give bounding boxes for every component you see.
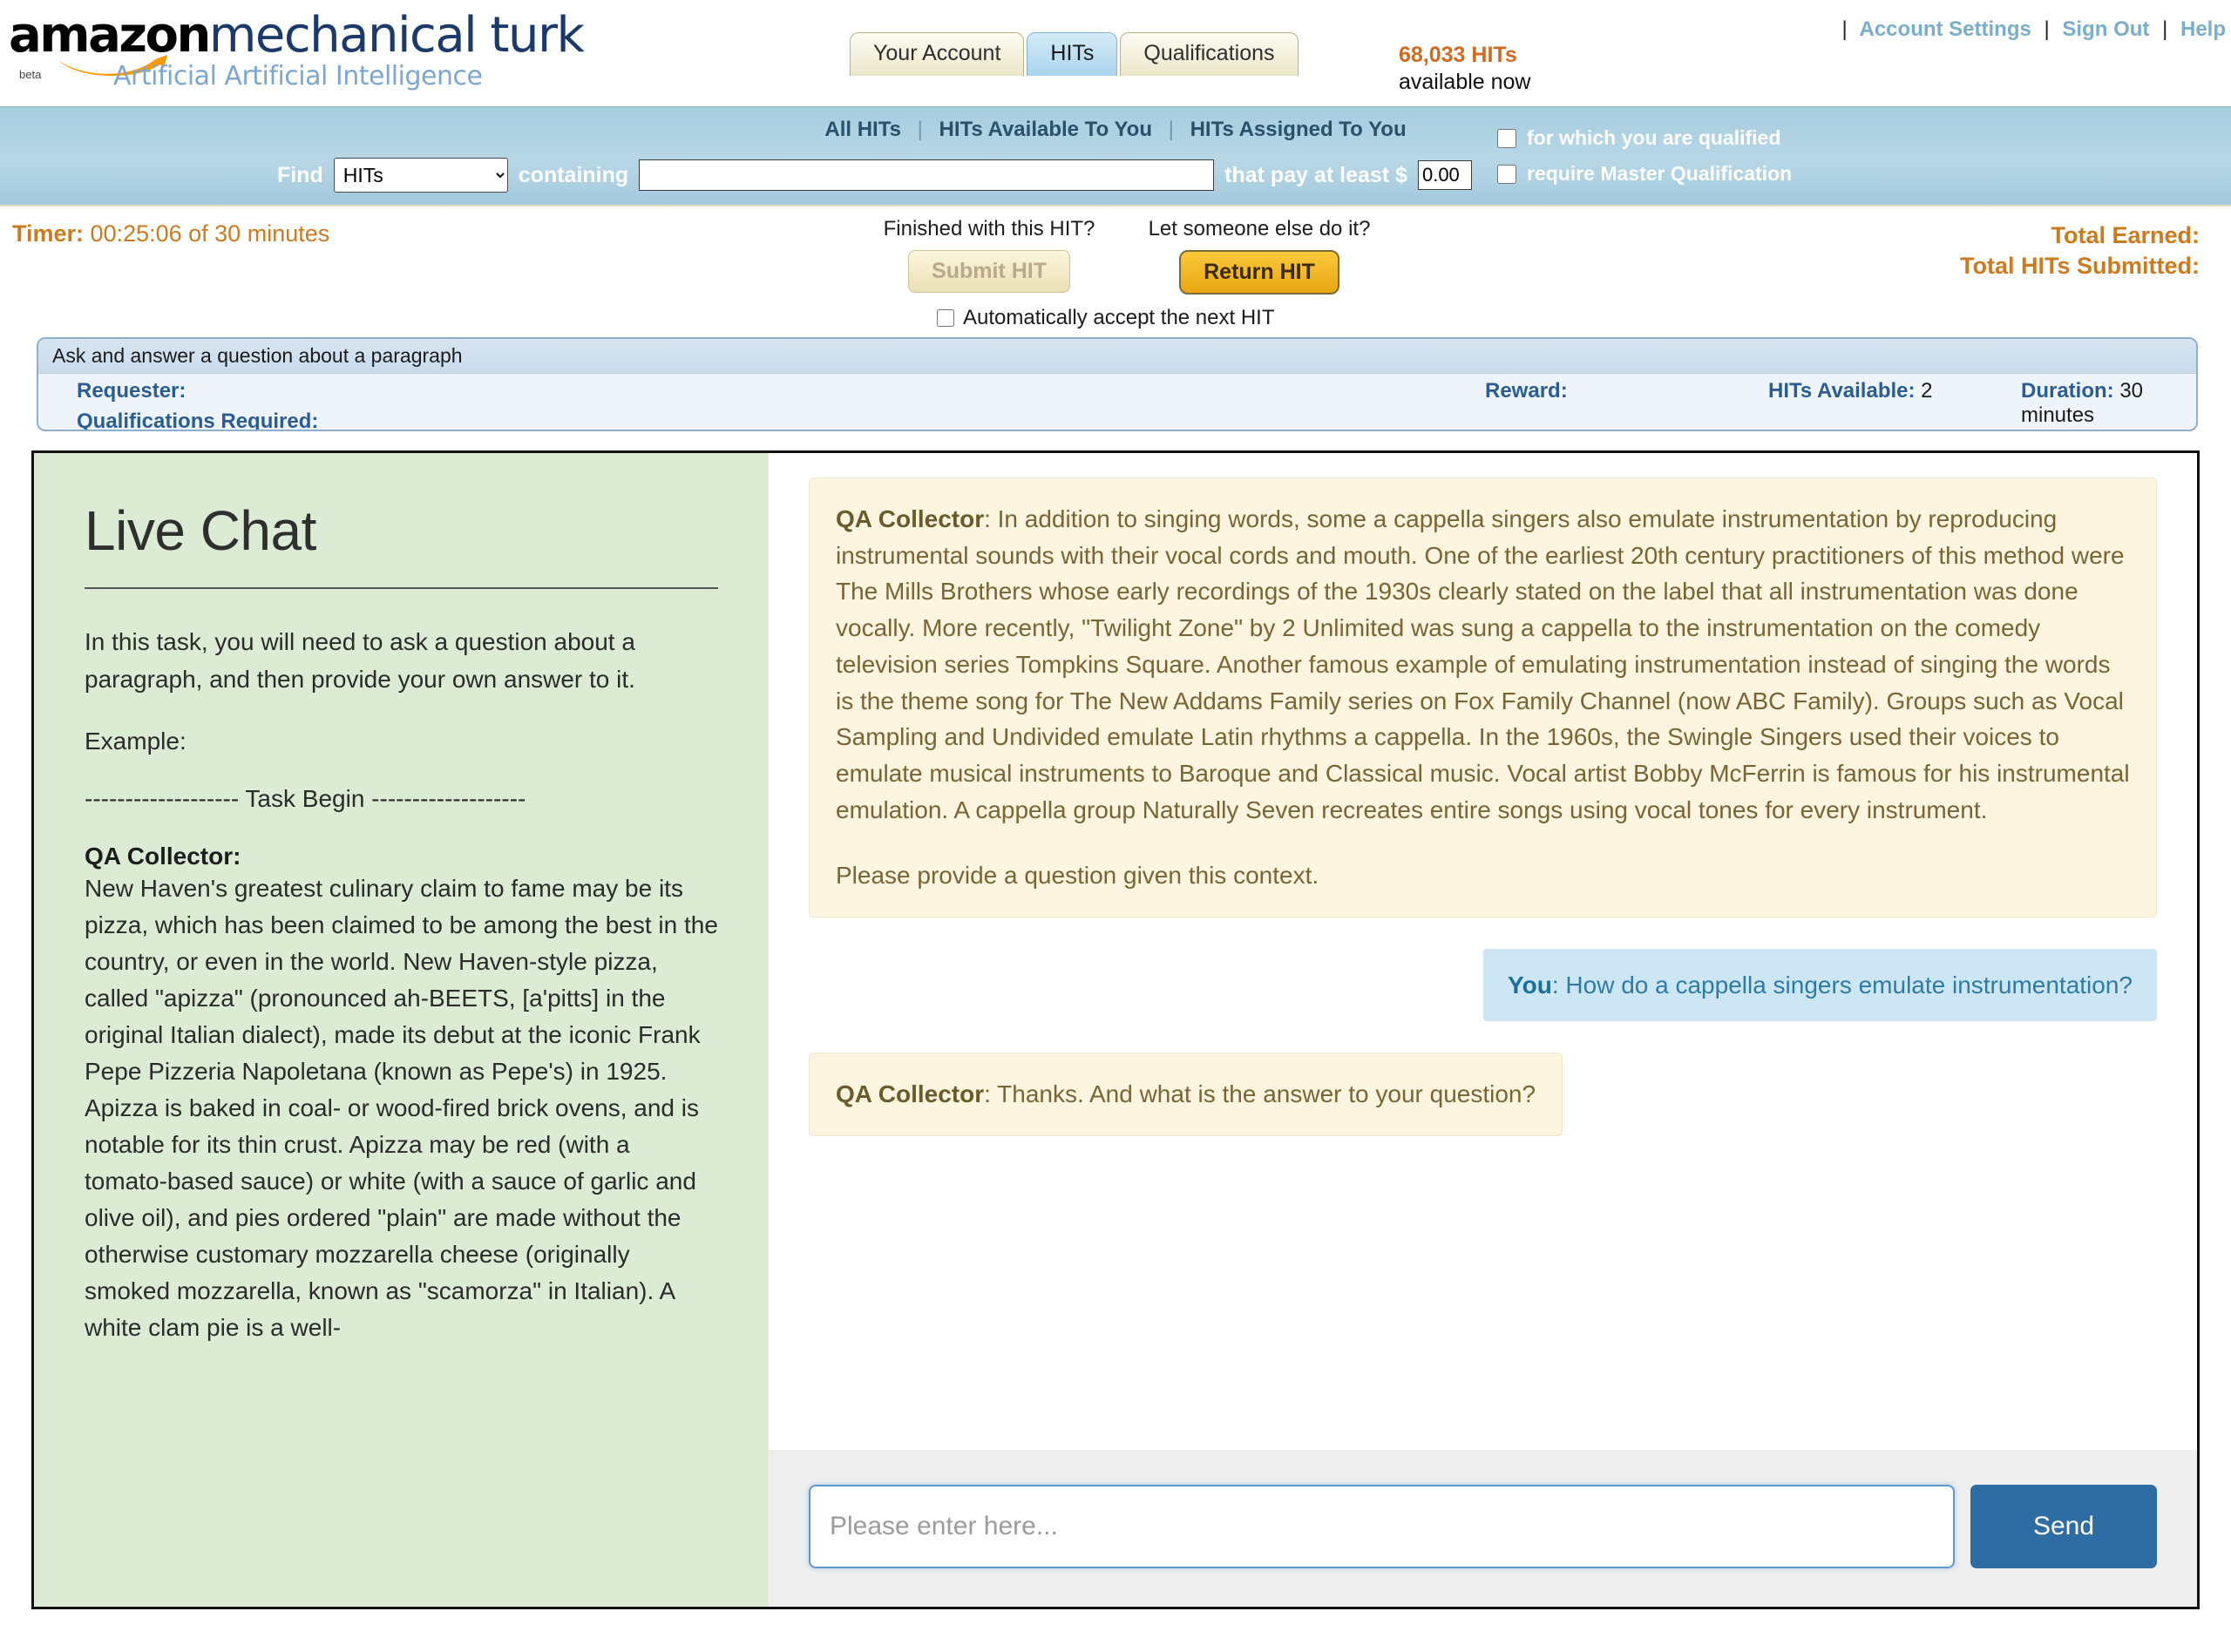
chat-bot-speaker-1: QA Collector [836, 505, 985, 532]
chat-bubble-bot-followup: QA Collector: Thanks. And what is the an… [809, 1053, 1563, 1137]
search-filter-bar: All HITs | HITs Available To You | HITs … [0, 106, 2231, 308]
chat-message-input[interactable] [809, 1485, 1955, 1568]
top-link-separator-1: | [2044, 17, 2050, 41]
chat-composer: Send [769, 1450, 2197, 1607]
duration-meta-label: Duration: [2021, 379, 2114, 403]
filter-qualified-checkbox[interactable] [1497, 128, 1516, 148]
subnav-separator-1: | [1168, 118, 1174, 141]
earnings-summary: Total Earned: Total HITs Submitted: [1960, 220, 2200, 281]
subnav-all-hits[interactable]: All HITs [824, 118, 901, 141]
filter-qualified-label: for which you are qualified [1527, 126, 1781, 149]
total-hits-submitted-label: Total HITs Submitted: [1960, 252, 2200, 279]
find-type-select[interactable]: HITs [333, 158, 508, 193]
tab-hits[interactable]: HITs [1027, 32, 1118, 76]
main-tabs: Your Account HITs Qualifications [850, 32, 1299, 76]
hit-timer-label: Timer: [12, 220, 85, 247]
filter-qualified-row[interactable]: for which you are qualified [1497, 126, 1792, 150]
submit-hit-button[interactable]: Submit HIT [908, 250, 1070, 293]
hits-available-sublabel: available now [1399, 69, 1531, 94]
chat-bubble-user: You: How do a cappella singers emulate i… [1483, 949, 2157, 1022]
chat-user-text: : How do a cappella singers emulate inst… [1551, 972, 2133, 999]
instructions-speaker-label: QA Collector: [85, 843, 241, 870]
hit-timer-value: 00:25:06 of 30 minutes [90, 220, 330, 247]
amazon-mturk-logo[interactable]: amazonmechanical turk beta Artificial Ar… [9, 7, 585, 91]
total-earned-label: Total Earned: [2051, 222, 2200, 248]
finished-question-label: Finished with this HIT? [883, 217, 1095, 240]
chat-message-bot-followup: QA Collector: Thanks. And what is the an… [809, 1053, 2157, 1137]
hit-timer: Timer: 00:25:06 of 30 minutes [12, 220, 329, 247]
chat-bot-prompt: Please provide a question given this con… [836, 862, 1319, 890]
requester-label: Requester: [77, 379, 186, 403]
subnav-hits-available-to-you[interactable]: HITs Available To You [939, 118, 1153, 141]
hits-available-meta-label: HITs Available: [1768, 379, 1916, 403]
reward-label: Reward: [1485, 379, 1568, 403]
chat-bot-context-paragraph: QA Collector: In addition to singing wor… [836, 501, 2130, 828]
instructions-task-begin: ------------------- Task Begin ---------… [85, 785, 526, 813]
filter-master-row[interactable]: require Master Qualification [1497, 162, 1792, 186]
instructions-paragraph: New Haven's greatest culinary claim to f… [85, 875, 718, 1342]
hit-meta-row: Requester: Qualifications Required: Rewa… [38, 374, 2196, 430]
instructions-example-label: Example: [85, 728, 186, 755]
filter-master-label: require Master Qualification [1527, 162, 1793, 185]
find-label: Find [277, 162, 323, 187]
submit-hit-block: Finished with this HIT? Submit HIT [871, 217, 1107, 293]
hit-title: Ask and answer a question about a paragr… [38, 339, 2196, 374]
instructions-intro: In this task, you will need to ask a que… [85, 628, 635, 693]
auto-accept-checkbox[interactable] [937, 309, 954, 327]
tab-qualifications[interactable]: Qualifications [1120, 32, 1299, 76]
auto-accept-row[interactable]: Automatically accept the next HIT [937, 306, 1275, 330]
search-keywords-input[interactable] [639, 159, 1215, 191]
link-sign-out[interactable]: Sign Out [2062, 17, 2149, 41]
qualifications-required-label: Qualifications Required: [77, 410, 319, 431]
top-link-separator-2: | [2162, 17, 2168, 41]
return-hit-button[interactable]: Return HIT [1179, 250, 1339, 295]
logo-beta-label: beta [19, 68, 42, 81]
instructions-title: Live Chat [85, 499, 316, 562]
someone-else-question-label: Let someone else do it? [1148, 217, 1371, 240]
pay-at-least-label: that pay at least $ [1224, 162, 1407, 187]
top-utility-links: | Account Settings | Sign Out | Help [1834, 17, 2226, 42]
chat-bot-text-1: : In addition to singing words, some a c… [836, 505, 2130, 823]
link-account-settings[interactable]: Account Settings [1860, 17, 2031, 41]
task-frame: Live Chat In this task, you will need to… [31, 450, 2200, 1609]
instructions-panel: Live Chat In this task, you will need to… [34, 453, 769, 1607]
top-link-separator-0: | [1841, 17, 1848, 41]
hits-subnav: All HITs | HITs Available To You | HITs … [0, 118, 2231, 142]
chat-log: QA Collector: In addition to singing wor… [769, 453, 2197, 1450]
logo-mechanical-turk-text: mechanical turk [208, 7, 585, 64]
link-help[interactable]: Help [2180, 17, 2226, 41]
chat-bubble-bot: QA Collector: In addition to singing wor… [809, 477, 2157, 918]
hits-available-counter: 68,033 HITs available now [1399, 42, 1531, 95]
duration-meta: Duration: 30 minutes [2021, 379, 2196, 428]
chat-panel: QA Collector: In addition to singing wor… [769, 453, 2197, 1607]
chat-bot-text-2: : Thanks. And what is the answer to your… [984, 1080, 1536, 1108]
chat-user-speaker: You [1508, 972, 1552, 999]
minimum-pay-input[interactable] [1417, 160, 1472, 190]
subnav-hits-assigned-to-you[interactable]: HITs Assigned To You [1190, 118, 1407, 141]
qualification-filters: for which you are qualified require Mast… [1497, 126, 1792, 186]
hit-action-bar: Timer: 00:25:06 of 30 minutes Finished w… [0, 205, 2231, 337]
chat-bot-speaker-2: QA Collector [836, 1080, 985, 1108]
instructions-divider [85, 587, 718, 589]
return-hit-block: Let someone else do it? Return HIT [1133, 217, 1386, 295]
tab-your-account[interactable]: Your Account [850, 32, 1025, 76]
site-header: amazonmechanical turk beta Artificial Ar… [0, 0, 2231, 106]
send-button[interactable]: Send [1970, 1485, 2157, 1568]
auto-accept-label: Automatically accept the next HIT [963, 306, 1275, 329]
logo-tagline: Artificial Artificial Intelligence [113, 61, 483, 91]
subnav-separator-0: | [917, 118, 923, 141]
filter-master-checkbox[interactable] [1497, 164, 1516, 184]
hits-available-meta: HITs Available: 2 [1768, 379, 1933, 403]
chat-message-bot-context: QA Collector: In addition to singing wor… [809, 477, 2157, 918]
chat-message-user: You: How do a cappella singers emulate i… [809, 949, 2157, 1022]
find-row: Find HITs containing that pay at least $ [277, 158, 1472, 193]
hits-available-number: 68,033 HITs [1399, 43, 1517, 67]
containing-label: containing [518, 162, 629, 187]
instructions-example-speaker: QA Collector: [85, 843, 718, 870]
hits-available-meta-value: 2 [1921, 379, 1933, 403]
hit-info-panel: Ask and answer a question about a paragr… [37, 337, 2198, 431]
